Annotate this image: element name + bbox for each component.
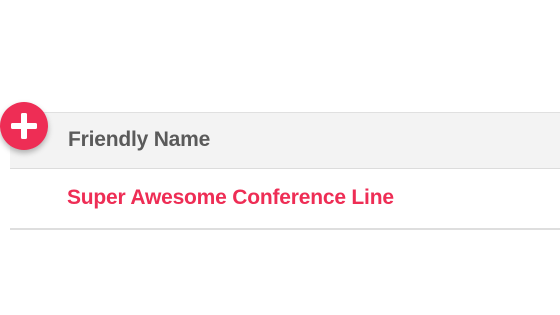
column-header-friendly-name: Friendly Name — [68, 128, 211, 151]
table-header: Friendly Name — [10, 112, 560, 169]
add-button[interactable] — [0, 102, 48, 150]
plus-icon — [11, 113, 37, 139]
table-row[interactable]: Super Awesome Conference Line — [10, 169, 560, 230]
friendly-name-link[interactable]: Super Awesome Conference Line — [67, 186, 394, 210]
